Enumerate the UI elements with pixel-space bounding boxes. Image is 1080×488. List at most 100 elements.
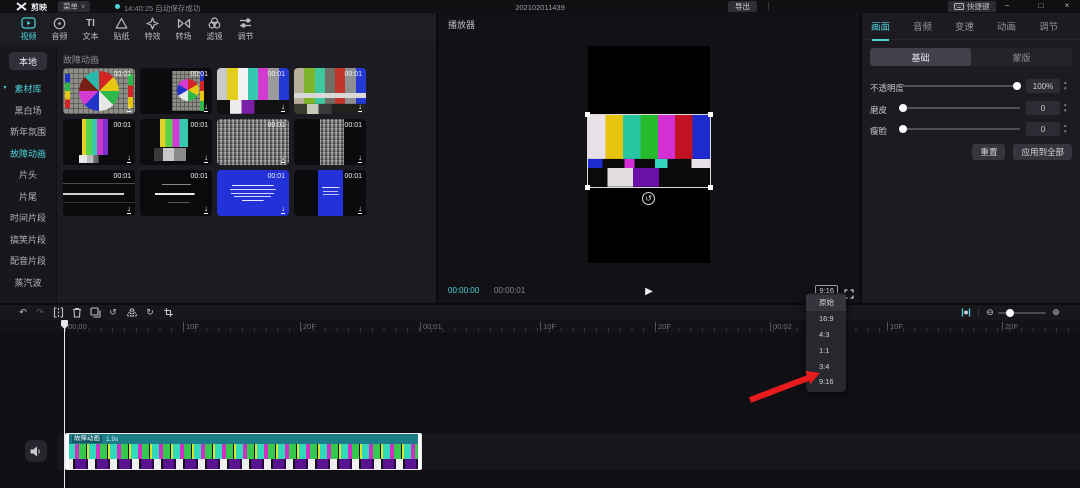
ratio-option-3-4[interactable]: 3:4 [806,358,846,374]
tab-sticker[interactable]: 贴纸 [106,16,137,42]
download-icon[interactable]: ↓ [358,205,362,214]
subtab-mask[interactable]: 蒙版 [971,48,1072,66]
slim-face-value[interactable]: 0 [1026,122,1060,136]
timeline-zoom-slider[interactable] [998,312,1046,314]
tab-video[interactable]: 视频 [13,16,44,42]
freeze-frame-icon[interactable] [88,306,102,319]
apply-all-button[interactable]: 应用到全部 [1013,144,1072,160]
selection-handle[interactable] [708,112,713,117]
download-icon[interactable]: ↓ [358,154,362,163]
tab-animation[interactable]: 动画 [997,19,1016,33]
step-up-icon[interactable]: ▲ [1063,81,1067,86]
export-button[interactable]: 导出 [728,1,757,12]
tab-audio[interactable]: 音频 [44,16,75,42]
mirror-icon[interactable] [125,306,139,319]
tab-adjustment[interactable]: 调节 [1039,19,1058,33]
sidebar-item-local[interactable]: 本地 [9,52,47,70]
download-icon[interactable]: ↓ [127,103,131,112]
download-icon[interactable]: ↓ [204,103,208,112]
media-thumbnail[interactable]: 00:01↓ [140,170,212,216]
media-thumbnail[interactable]: 00:01↓ [63,119,135,165]
tab-adjust[interactable]: 调节 [230,16,261,42]
sidebar-item-library[interactable]: ▾ 素材库 [14,78,41,100]
subtab-basic[interactable]: 基础 [870,48,971,66]
split-icon[interactable] [51,306,65,319]
download-icon[interactable]: ↓ [281,154,285,163]
step-down-icon[interactable]: ▼ [1063,109,1067,114]
timeline-ruler[interactable]: 00:00 10F 20F 00:01 10F 20F 00:02 10F 20… [0,320,1080,333]
sidebar-item-vaporwave[interactable]: 蒸汽波 [14,272,41,294]
selection-handle[interactable] [708,185,713,190]
slim-face-stepper[interactable]: ▲▼ [1063,123,1067,135]
ratio-option-1-1[interactable]: 1:1 [806,342,846,358]
step-up-icon[interactable]: ▲ [1063,103,1067,108]
media-thumbnail[interactable]: 00:01↓ [217,170,289,216]
media-thumbnail[interactable]: 00:01↓ [63,170,135,216]
smooth-skin-stepper[interactable]: ▲▼ [1063,102,1067,114]
opacity-value[interactable]: 100% [1026,79,1060,93]
tree-expand-icon[interactable]: ▾ [3,84,6,91]
step-up-icon[interactable]: ▲ [1063,124,1067,129]
preview-canvas[interactable]: ↺ [588,46,710,263]
auto-snap-icon[interactable] [959,306,973,319]
tab-speed[interactable]: 变速 [955,19,974,33]
menu-button[interactable]: 菜单 ∨ [58,1,90,12]
download-icon[interactable]: ↓ [281,205,285,214]
tab-effects[interactable]: 特效 [137,16,168,42]
maximize-button[interactable]: □ [1034,1,1048,10]
selection-handle[interactable] [585,112,590,117]
slider-thumb[interactable] [899,125,907,133]
smooth-skin-slider[interactable] [900,107,1020,109]
ratio-option-4-3[interactable]: 4:3 [806,327,846,343]
step-down-icon[interactable]: ▼ [1063,87,1067,92]
media-thumbnail[interactable]: 00:01↓ [294,170,366,216]
media-thumbnail[interactable]: 00:01↓ [217,68,289,114]
tab-picture[interactable]: 画面 [871,19,890,33]
download-icon[interactable]: ↓ [127,205,131,214]
timeline-zoom-out-icon[interactable]: ⊖ [983,306,997,319]
sidebar-item-intro[interactable]: 片头 [19,164,37,186]
slider-thumb[interactable] [1013,82,1021,90]
timeline-zoom-in-icon[interactable]: ⊕ [1049,306,1063,319]
sidebar-item-outro[interactable]: 片尾 [19,186,37,208]
crop-icon[interactable] [161,306,175,319]
redo-icon[interactable]: ↷ [33,306,47,319]
tab-text[interactable]: TI 文本 [75,16,106,42]
download-icon[interactable]: ↓ [204,205,208,214]
timeline-clip[interactable]: 故障动画 1.9s [65,433,422,470]
slim-face-slider[interactable] [900,128,1020,130]
play-button[interactable]: ▶ [645,286,653,297]
sidebar-item-dubbing[interactable]: 配音片段 [10,250,46,272]
delete-icon[interactable] [70,306,84,319]
playhead-line[interactable] [64,320,65,488]
media-thumbnail[interactable]: 00:01↓ [294,119,366,165]
step-down-icon[interactable]: ▼ [1063,130,1067,135]
ratio-option-original[interactable]: 原始 [806,295,846,311]
download-icon[interactable]: ↓ [204,154,208,163]
media-thumbnail[interactable]: 00:01↓ [140,119,212,165]
zoom-slider-thumb[interactable] [1006,309,1014,317]
opacity-slider[interactable] [900,85,1020,87]
media-thumbnail[interactable]: 00:01↓ [217,119,289,165]
sidebar-item-newyear[interactable]: 新年氛围 [10,121,46,143]
slider-thumb[interactable] [899,104,907,112]
tab-audio-props[interactable]: 音频 [913,19,932,33]
rotate-handle-icon[interactable]: ↺ [642,192,655,205]
tab-transition[interactable]: 转场 [168,16,199,42]
download-icon[interactable]: ↓ [281,103,285,112]
media-thumbnail[interactable]: 00:01↓ [140,68,212,114]
sidebar-item-blackwhite[interactable]: 黑白场 [14,100,41,122]
preview-clip-selection[interactable] [588,115,710,187]
rotate-icon[interactable]: ↻ [143,306,157,319]
sidebar-item-funny[interactable]: 搞笑片段 [10,229,46,251]
undo-icon[interactable]: ↶ [16,306,30,319]
reverse-icon[interactable]: ↺ [106,306,120,319]
close-button[interactable]: × [1060,1,1074,10]
mute-track-button[interactable] [25,440,47,462]
selection-handle[interactable] [585,185,590,190]
ratio-option-16-9[interactable]: 16:9 [806,311,846,327]
reset-button[interactable]: 重置 [972,144,1005,160]
tab-filter[interactable]: 滤镜 [199,16,230,42]
media-thumbnail[interactable]: 00:01↓ [294,68,366,114]
download-icon[interactable]: ↓ [127,154,131,163]
